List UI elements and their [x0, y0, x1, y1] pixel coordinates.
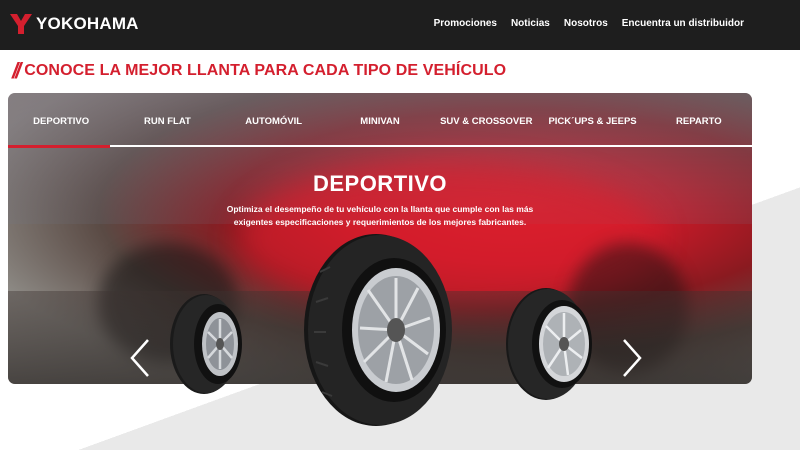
- double-slash-icon: //: [12, 58, 21, 83]
- top-navigation-bar: YOKOHAMA Promociones Noticias Nosotros E…: [0, 0, 800, 50]
- tire-image-center[interactable]: [300, 232, 464, 428]
- logo-text: YOKOHAMA: [36, 14, 139, 33]
- main-nav: Promociones Noticias Nosotros Encuentra …: [420, 18, 744, 29]
- tab-run-flat[interactable]: RUN FLAT: [114, 93, 220, 147]
- chevron-right-icon: [623, 339, 642, 377]
- nav-link-promociones[interactable]: Promociones: [434, 18, 497, 29]
- tire-image-left[interactable]: [166, 292, 248, 396]
- tire-image-right[interactable]: [502, 286, 602, 402]
- nav-link-noticias[interactable]: Noticias: [511, 18, 550, 29]
- yokohama-y-mark-icon: [10, 14, 32, 34]
- carousel-next-button[interactable]: [616, 338, 646, 378]
- tab-automovil[interactable]: AUTOMÓVIL: [221, 93, 327, 147]
- nav-link-nosotros[interactable]: Nosotros: [564, 18, 608, 29]
- tab-deportivo[interactable]: DEPORTIVO: [8, 93, 114, 147]
- tab-minivan[interactable]: MINIVAN: [327, 93, 433, 147]
- vehicle-type-tabs: DEPORTIVO RUN FLAT AUTOMÓVIL MINIVAN SUV…: [8, 93, 752, 147]
- section-heading: // CONOCE LA MEJOR LLANTA PARA CADA TIPO…: [12, 58, 506, 84]
- tab-suv-crossover[interactable]: SUV & CROSSOVER: [433, 93, 539, 147]
- active-tab-indicator: [8, 145, 110, 148]
- section-title: CONOCE LA MEJOR LLANTA PARA CADA TIPO DE…: [24, 62, 507, 79]
- tab-reparto[interactable]: REPARTO: [646, 93, 752, 147]
- tabs-divider: [8, 145, 752, 147]
- category-heading: DEPORTIVO: [312, 171, 448, 196]
- category-description: Optimiza el desempeño de tu vehículo con…: [226, 204, 534, 227]
- nav-link-distribuidor[interactable]: Encuentra un distribuidor: [622, 18, 744, 29]
- chevron-left-icon: [130, 339, 149, 377]
- tab-pickups-jeeps[interactable]: PICK´UPS & JEEPS: [539, 93, 645, 147]
- carousel-prev-button[interactable]: [126, 338, 156, 378]
- logo[interactable]: YOKOHAMA: [10, 14, 139, 34]
